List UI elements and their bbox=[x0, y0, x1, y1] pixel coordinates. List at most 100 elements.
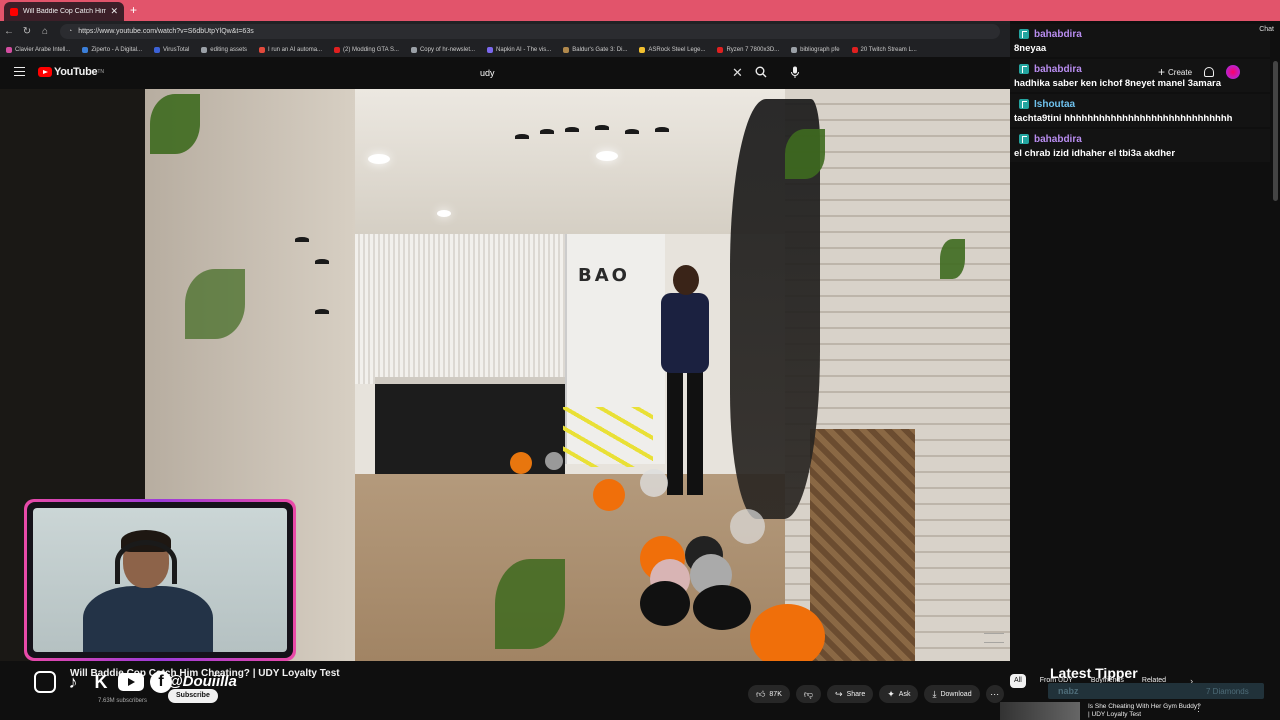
url-field[interactable]: ◔ https://www.youtube.com/watch?v=S6dbUt… bbox=[60, 24, 1000, 39]
recommended-thumbnail[interactable] bbox=[1000, 702, 1080, 720]
youtube-logo[interactable]: YouTube TN bbox=[38, 66, 104, 78]
back-icon[interactable]: ← bbox=[0, 26, 18, 37]
share-button[interactable]: ↪ Share bbox=[827, 685, 874, 703]
foreground-plant bbox=[185, 269, 245, 339]
recommended-title[interactable]: Is She Cheating With Her Gym Buddy? | UD… bbox=[1088, 703, 1203, 719]
bookmark-item[interactable]: ASRock Steel Lege... bbox=[639, 46, 705, 53]
bookmark-item[interactable]: Ryzen 7 7800x3D... bbox=[717, 46, 780, 53]
browser-tab-active[interactable]: Will Baddie Cop Catch Him Ch ✕ bbox=[4, 2, 124, 21]
chat-username-text: bahabdira bbox=[1034, 63, 1082, 75]
social-icons: ♪ K f bbox=[34, 671, 172, 693]
clear-search-icon[interactable]: ✕ bbox=[732, 65, 743, 81]
bookmark-item[interactable]: VirusTotal bbox=[154, 46, 190, 53]
headphones-icon bbox=[115, 540, 177, 584]
bat-decoration bbox=[315, 309, 329, 314]
chat-message: bahabdira el chrab izid idhaher el tbi3a … bbox=[1010, 129, 1270, 162]
video-actions: 👍︎ 87K 👎︎ ↪ Share ✦ Ask ⤓ Download ⋯ bbox=[748, 685, 1004, 703]
dislike-button[interactable]: 👎︎ bbox=[795, 685, 822, 703]
bookmark-item[interactable]: 20 Twitch Stream L... bbox=[851, 46, 917, 53]
chat-username-text: bahabdira bbox=[1034, 28, 1082, 40]
scene-backsplash bbox=[355, 234, 565, 384]
bookmark-item[interactable]: Baldur's Gate 3: Di... bbox=[563, 46, 628, 53]
bookmark-label: VirusTotal bbox=[163, 46, 190, 53]
menu-icon[interactable] bbox=[14, 67, 25, 76]
instagram-icon bbox=[34, 671, 56, 693]
chat-message: Ishoutaa tachta9tini hhhhhhhhhhhhhhhhhhhh… bbox=[1010, 94, 1270, 127]
tipper-amount: 7 Diamonds bbox=[1206, 687, 1249, 696]
bookmark-favicon-icon bbox=[410, 46, 417, 53]
microphone-icon[interactable] bbox=[788, 65, 802, 79]
chat-overlay: bahabdira 8neyaa bahabdira hadhika saber ke… bbox=[1010, 24, 1270, 164]
home-icon[interactable]: ⌂ bbox=[36, 26, 54, 37]
webcam-overlay bbox=[24, 499, 296, 661]
balloon-orange bbox=[510, 452, 532, 474]
scene-letters: BAO bbox=[578, 265, 630, 286]
bookmark-favicon-icon bbox=[6, 46, 12, 53]
scene-caution-tape bbox=[563, 407, 653, 467]
bookmark-favicon-icon bbox=[259, 46, 265, 53]
more-actions-button[interactable]: ⋯ bbox=[985, 685, 1004, 703]
search-input[interactable] bbox=[480, 63, 750, 83]
bookmark-item[interactable]: Copy of hr-newslet... bbox=[410, 46, 475, 53]
bookmark-label: Clavier Arabe Intell... bbox=[15, 46, 71, 53]
ceiling-light bbox=[368, 154, 390, 164]
bat-decoration bbox=[315, 259, 329, 264]
bat-decoration bbox=[295, 237, 309, 242]
bookmark-favicon-icon bbox=[154, 46, 161, 53]
create-label: Create bbox=[1168, 67, 1193, 77]
search-icon[interactable] bbox=[755, 66, 767, 78]
chat-badge-icon bbox=[1019, 64, 1029, 74]
bookmark-label: Baldur's Gate 3: Di... bbox=[572, 46, 628, 53]
notifications-icon[interactable] bbox=[1204, 67, 1215, 77]
youtube-header-actions: + Create bbox=[1158, 65, 1241, 79]
like-button[interactable]: 👍︎ 87K bbox=[748, 685, 790, 703]
like-count: 87K bbox=[769, 690, 782, 698]
url-text: https://www.youtube.com/watch?v=S6dbUtpY… bbox=[78, 28, 254, 35]
bat-decoration bbox=[655, 127, 669, 132]
chat-username: bahabdira bbox=[1012, 131, 1266, 147]
subscribe-button[interactable]: Subscribe bbox=[168, 689, 218, 703]
bookmark-favicon-icon bbox=[717, 46, 724, 53]
download-button[interactable]: ⤓ Download bbox=[924, 685, 980, 703]
chip-all[interactable]: All bbox=[1010, 674, 1026, 688]
bookmark-label: Ryzen 7 7800x3D... bbox=[726, 46, 780, 53]
new-tab-icon[interactable]: + bbox=[130, 3, 137, 17]
thumbs-up-icon: 👍︎ bbox=[756, 688, 766, 699]
thumbs-down-icon: 👎︎ bbox=[803, 688, 814, 699]
tab-close-icon[interactable]: ✕ bbox=[110, 6, 118, 17]
avatar[interactable] bbox=[1226, 65, 1241, 79]
balloon-black bbox=[693, 585, 751, 630]
create-button[interactable]: + Create bbox=[1158, 65, 1192, 79]
share-label: Share bbox=[846, 690, 866, 698]
chat-label[interactable]: Chat bbox=[1259, 26, 1274, 33]
site-info-icon[interactable]: ◔ bbox=[68, 28, 72, 35]
tab-title: Will Baddie Cop Catch Him Ch bbox=[23, 8, 107, 15]
recommended-more-icon[interactable]: ⋮ bbox=[1194, 703, 1203, 714]
browser-tab-bar: Will Baddie Cop Catch Him Ch ✕ + bbox=[0, 0, 1280, 21]
tipper-name: nabz bbox=[1058, 686, 1079, 696]
bookmark-item[interactable]: editing assets bbox=[201, 46, 247, 53]
bookmark-item[interactable]: I run an AI automa... bbox=[259, 46, 322, 53]
scene-fireplace bbox=[810, 429, 915, 661]
chat-username-text: Ishoutaa bbox=[1034, 98, 1076, 110]
bookmark-label: bibliograph pfe bbox=[800, 46, 840, 53]
kick-icon: K bbox=[94, 672, 108, 692]
bookmark-item[interactable]: Napkin AI - The vis... bbox=[487, 46, 552, 53]
ask-button[interactable]: ✦ Ask bbox=[879, 685, 919, 703]
latest-tipper-label: Latest Tipper bbox=[1050, 665, 1138, 681]
bookmark-favicon-icon bbox=[82, 46, 89, 53]
reload-icon[interactable]: ↻ bbox=[18, 26, 36, 37]
bookmark-item[interactable]: (2) Modding GTA S... bbox=[334, 46, 399, 53]
tiktok-icon: ♪ bbox=[68, 672, 78, 692]
bookmark-item[interactable]: Ziperto - A Digital... bbox=[82, 46, 142, 53]
bookmark-label: Copy of hr-newslet... bbox=[419, 46, 475, 53]
chat-badge-icon bbox=[1019, 134, 1029, 144]
bookmark-favicon-icon bbox=[563, 46, 570, 53]
foreground-plant bbox=[785, 129, 825, 179]
scrollbar[interactable] bbox=[1273, 61, 1278, 201]
bookmark-item[interactable]: Clavier Arabe Intell... bbox=[6, 46, 71, 53]
bookmark-item[interactable]: bibliograph pfe bbox=[791, 46, 840, 53]
bookmark-label: Napkin AI - The vis... bbox=[496, 46, 552, 53]
bookmark-label: (2) Modding GTA S... bbox=[343, 46, 399, 53]
chat-message-text: hadhika saber ken ichof 8neyet manel 3am… bbox=[1014, 78, 1221, 89]
